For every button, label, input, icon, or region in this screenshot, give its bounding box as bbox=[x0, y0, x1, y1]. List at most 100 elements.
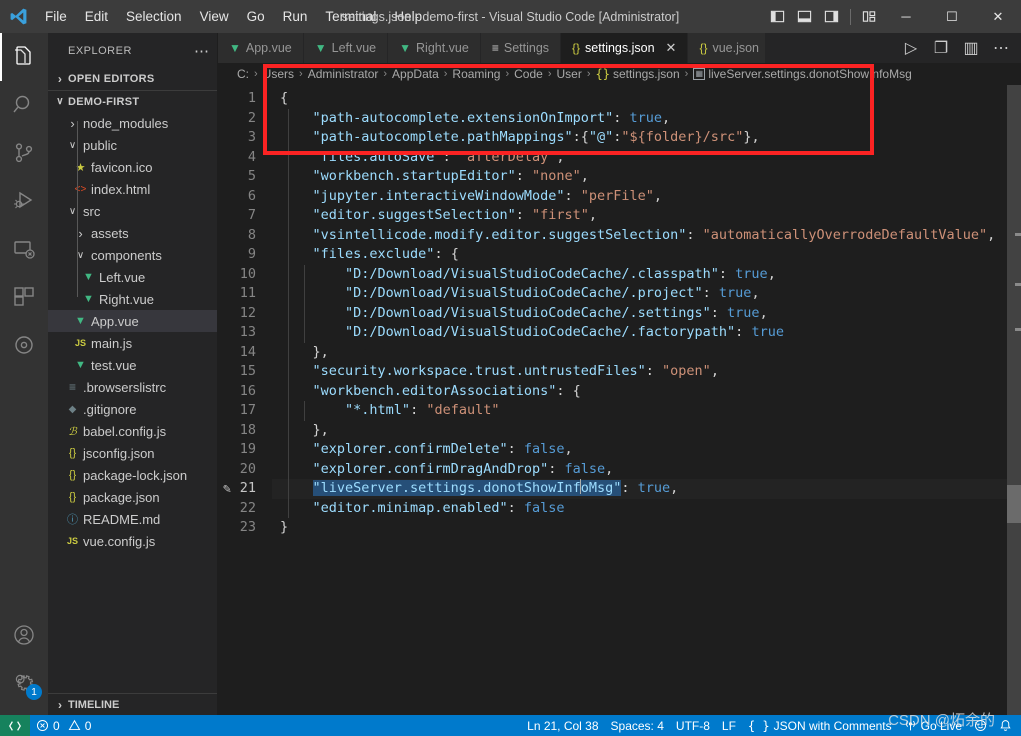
code-line[interactable]: "explorer.confirmDelete": false, bbox=[272, 440, 1021, 460]
activitybar-item-run-and-debug[interactable] bbox=[0, 177, 48, 225]
menu-terminal[interactable]: Terminal bbox=[316, 5, 385, 28]
activitybar-item-remote-explorer[interactable] bbox=[0, 225, 48, 273]
code-editor[interactable]: 1 2 3 4 5 6 7 8 9 10 11 12 13 14 15 16 17 18 19 20 21 ✎ 22 23 {… bbox=[218, 85, 1021, 715]
tree-item-package-json[interactable]: {} package.json bbox=[48, 486, 218, 508]
run-code-button[interactable]: ▷ bbox=[897, 33, 925, 63]
pencil-icon[interactable]: ✎ bbox=[223, 480, 231, 500]
code-line[interactable]: "vsintellicode.modify.editor.suggestSele… bbox=[272, 226, 1021, 246]
maximize-button[interactable]: ☐ bbox=[929, 0, 975, 33]
more-actions-button[interactable]: ⋯ bbox=[987, 33, 1015, 63]
indentation-status[interactable]: Spaces: 4 bbox=[605, 715, 670, 736]
tree-item-node-modules[interactable]: › node_modules bbox=[48, 112, 218, 134]
problems-status[interactable]: 0 0 bbox=[30, 715, 97, 736]
code-line[interactable]: "security.workspace.trust.untrustedFiles… bbox=[272, 362, 1021, 382]
tree-item-favicon-ico[interactable]: ★ favicon.ico bbox=[48, 156, 218, 178]
file-tree[interactable]: › node_modules ∨ public ★ favicon.ico <> index.… bbox=[48, 112, 218, 693]
code-content[interactable]: { "path-autocomplete.extensionOnImport":… bbox=[272, 85, 1021, 715]
menu-edit[interactable]: Edit bbox=[76, 5, 117, 28]
tab-right-vue[interactable]: ▼ Right.vue bbox=[388, 33, 481, 63]
tab-app-vue[interactable]: ▼ App.vue bbox=[218, 33, 304, 63]
encoding-status[interactable]: UTF-8 bbox=[670, 715, 716, 736]
activitybar-item-live-share[interactable] bbox=[0, 321, 48, 369]
tree-item-right-vue[interactable]: ▼ Right.vue bbox=[48, 288, 218, 310]
tree-item-vue-config-js[interactable]: JS vue.config.js bbox=[48, 530, 218, 552]
editor-scrollbar[interactable] bbox=[1007, 85, 1021, 715]
section-timeline[interactable]: › TIMELINE bbox=[48, 693, 218, 715]
breadcrumb[interactable]: C: › Users › Administrator › AppData › Roaming › C… bbox=[218, 63, 1021, 85]
tab-settings-json[interactable]: {} settings.json ✕ bbox=[561, 33, 689, 63]
language-mode-status[interactable]: { } JSON with Comments bbox=[742, 715, 898, 736]
remote-indicator[interactable] bbox=[0, 715, 30, 736]
code-line[interactable]: } bbox=[272, 518, 1021, 538]
customize-layout-button[interactable] bbox=[856, 0, 883, 33]
editor-tab-bar[interactable]: ▼ App.vue ▼ Left.vue ▼ Right.vue ≡ Settings {} se… bbox=[218, 33, 1021, 63]
menu-file[interactable]: File bbox=[36, 5, 76, 28]
tree-item-test-vue[interactable]: ▼ test.vue bbox=[48, 354, 218, 376]
feedback-status[interactable] bbox=[968, 715, 993, 736]
code-line[interactable]: "workbench.editorAssociations": { bbox=[272, 382, 1021, 402]
tree-item--browserslistrc[interactable]: ≡ .browserslistrc bbox=[48, 376, 218, 398]
tree-item-package-lock-json[interactable]: {} package-lock.json bbox=[48, 464, 218, 486]
code-line[interactable]: "path-autocomplete.extensionOnImport": t… bbox=[272, 109, 1021, 129]
activitybar-item-search[interactable] bbox=[0, 81, 48, 129]
breadcrumb-item-c-[interactable]: C: bbox=[237, 67, 249, 81]
tree-item-left-vue[interactable]: ▼ Left.vue bbox=[48, 266, 218, 288]
tab-close-icon[interactable]: ✕ bbox=[666, 40, 677, 56]
menu-run[interactable]: Run bbox=[274, 5, 317, 28]
code-line[interactable]: "editor.suggestSelection": "first", bbox=[272, 206, 1021, 226]
activitybar-item-source-control[interactable] bbox=[0, 129, 48, 177]
tree-item-main-js[interactable]: JS main.js bbox=[48, 332, 218, 354]
code-line[interactable]: "explorer.confirmDragAndDrop": false, bbox=[272, 460, 1021, 480]
code-line[interactable]: "D:/Download/VisualStudioCodeCache/.proj… bbox=[272, 284, 1021, 304]
tree-item-src[interactable]: ∨ src bbox=[48, 200, 218, 222]
code-line[interactable]: "files.autoSave": "afterDelay", bbox=[272, 148, 1021, 168]
tree-item-index-html[interactable]: <> index.html bbox=[48, 178, 218, 200]
tab-vue-json[interactable]: {} vue.json bbox=[688, 33, 767, 63]
scrollbar-track[interactable] bbox=[1007, 85, 1021, 715]
breadcrumb-item-roaming[interactable]: Roaming bbox=[452, 67, 500, 81]
menu-selection[interactable]: Selection bbox=[117, 5, 191, 28]
section-project-root[interactable]: ∨ DEMO-FIRST bbox=[48, 90, 218, 112]
toggle-primary-sidebar-button[interactable] bbox=[764, 0, 791, 33]
ellipsis-icon[interactable]: ⋯ bbox=[194, 42, 210, 60]
code-line[interactable]: "D:/Download/VisualStudioCodeCache/.fact… bbox=[272, 323, 1021, 343]
code-line[interactable]: "path-autocomplete.pathMappings":{"@":"$… bbox=[272, 128, 1021, 148]
tab-settings[interactable]: ≡ Settings bbox=[480, 33, 562, 63]
code-line[interactable]: "liveServer.settings.donotShowInfoMsg": … bbox=[272, 479, 1021, 499]
scrollbar-thumb[interactable] bbox=[1007, 485, 1021, 523]
tree-item-assets[interactable]: › assets bbox=[48, 222, 218, 244]
breadcrumb-item-settings-json[interactable]: {} settings.json bbox=[596, 67, 680, 81]
tree-item-components[interactable]: ∨ components bbox=[48, 244, 218, 266]
close-button[interactable]: ✕ bbox=[975, 0, 1021, 33]
breadcrumb-item-appdata[interactable]: AppData bbox=[392, 67, 439, 81]
breadcrumb-item-administrator[interactable]: Administrator bbox=[308, 67, 379, 81]
code-line[interactable]: { bbox=[272, 89, 1021, 109]
toggle-panel-button[interactable] bbox=[791, 0, 818, 33]
menu-go[interactable]: Go bbox=[238, 5, 274, 28]
activitybar-item-accounts[interactable] bbox=[0, 611, 48, 659]
editor-position-status[interactable]: Ln 21, Col 38 bbox=[521, 715, 604, 736]
code-line[interactable]: "editor.minimap.enabled": false bbox=[272, 499, 1021, 519]
toggle-secondary-sidebar-button[interactable] bbox=[818, 0, 845, 33]
open-changes-button[interactable]: ❐ bbox=[927, 33, 955, 63]
code-line[interactable]: "D:/Download/VisualStudioCodeCache/.clas… bbox=[272, 265, 1021, 285]
split-editor-button[interactable]: ▥ bbox=[957, 33, 985, 63]
menu-bar[interactable]: File Edit Selection View Go Run Terminal… bbox=[36, 5, 431, 28]
code-line[interactable]: }, bbox=[272, 343, 1021, 363]
breadcrumb-item-users[interactable]: Users bbox=[263, 67, 294, 81]
breadcrumb-item-user[interactable]: User bbox=[556, 67, 581, 81]
code-line[interactable]: "workbench.startupEditor": "none", bbox=[272, 167, 1021, 187]
tree-item-babel-config-js[interactable]: ℬbabel.config.js bbox=[48, 420, 218, 442]
notifications-status[interactable] bbox=[993, 715, 1021, 736]
tree-item-jsconfig-json[interactable]: {} jsconfig.json bbox=[48, 442, 218, 464]
activitybar-item-manage-settings[interactable]: 1 bbox=[0, 659, 48, 707]
go-live-status[interactable]: Go Live bbox=[898, 715, 968, 736]
tree-item-app-vue[interactable]: ▼ App.vue bbox=[48, 310, 218, 332]
eol-status[interactable]: LF bbox=[716, 715, 742, 736]
activitybar-item-explorer[interactable] bbox=[0, 33, 48, 81]
tree-item--gitignore[interactable]: ◆ .gitignore bbox=[48, 398, 218, 420]
menu-help[interactable]: Help bbox=[385, 5, 431, 28]
tree-item-readme-md[interactable]: ⓘ README.md bbox=[48, 508, 218, 530]
code-line[interactable]: "*.html": "default" bbox=[272, 401, 1021, 421]
tab-left-vue[interactable]: ▼ Left.vue bbox=[303, 33, 389, 63]
